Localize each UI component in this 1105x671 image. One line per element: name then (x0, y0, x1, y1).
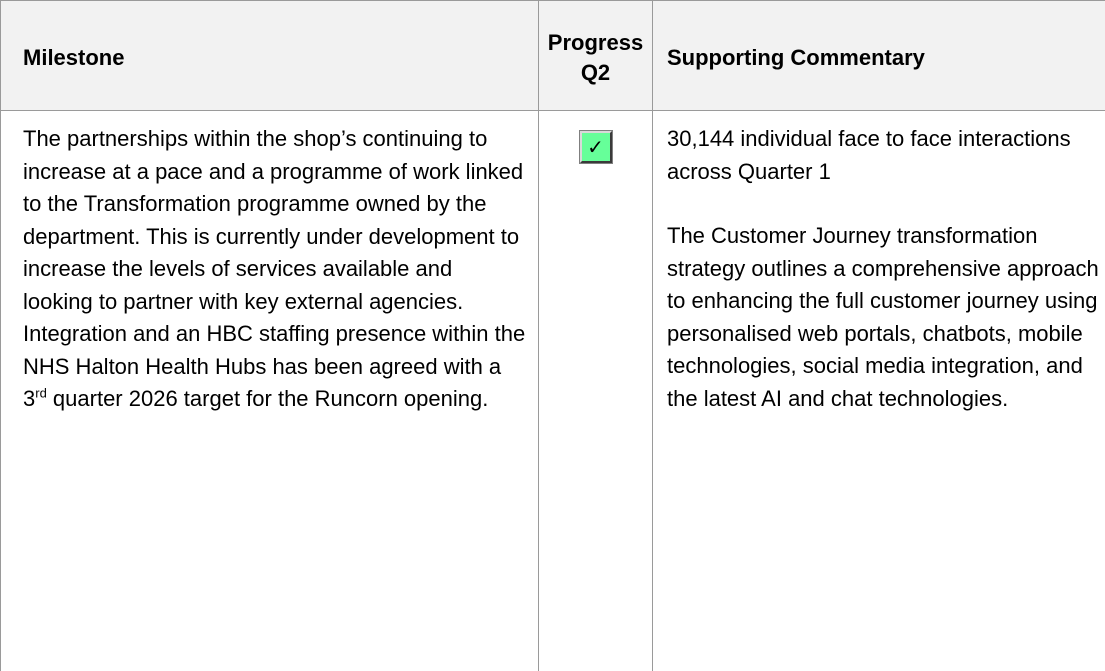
commentary-cell: 30,144 individual face to face interacti… (652, 110, 1105, 671)
table-header-row: Milestone Progress Q2 Supporting Comment… (0, 0, 1105, 111)
commentary-paragraph-1: 30,144 individual face to face interacti… (667, 126, 1071, 184)
progress-cell: ✓ (538, 110, 653, 671)
milestone-cell: The partnerships within the shop’s conti… (0, 110, 539, 671)
ordinal-superscript: rd (35, 385, 47, 401)
document-page: Milestone Progress Q2 Supporting Comment… (0, 0, 1105, 671)
checkmark-icon: ✓ (578, 130, 613, 164)
milestone-text: The partnerships within the shop’s conti… (23, 123, 528, 416)
milestone-progress-table: Milestone Progress Q2 Supporting Comment… (0, 0, 1105, 671)
commentary-paragraph-2: The Customer Journey transformation stra… (667, 223, 1099, 411)
milestone-text-main: The partnerships within the shop’s conti… (23, 126, 526, 411)
header-progress-label: Progress (547, 29, 644, 55)
header-quarter-label: Q2 (580, 59, 611, 85)
header-progress-q2: Progress Q2 (538, 0, 653, 111)
milestone-text-end: quarter 2026 target for the Runcorn open… (46, 386, 489, 411)
header-milestone: Milestone (0, 0, 539, 111)
table-row: The partnerships within the shop’s conti… (0, 110, 1105, 671)
header-supporting-commentary: Supporting Commentary (652, 0, 1105, 111)
